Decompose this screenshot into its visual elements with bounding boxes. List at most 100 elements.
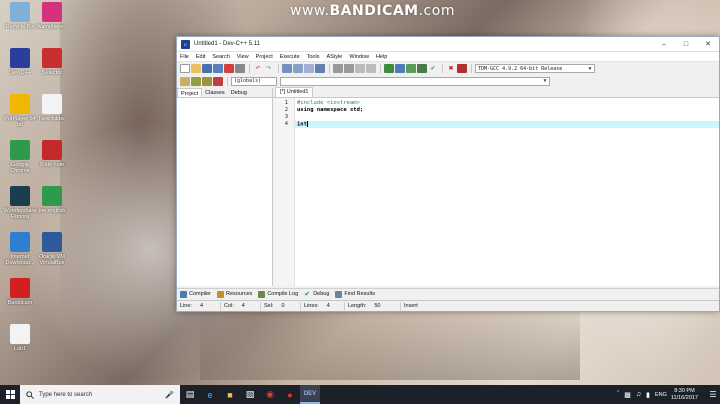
desktop-icon[interactable]: Selector (35, 48, 69, 76)
desktop-icon[interactable]: Lab1 (3, 324, 37, 352)
code-line[interactable] (295, 114, 719, 121)
indent-left-icon[interactable] (333, 64, 343, 73)
chevron-up-icon[interactable]: ˆ (617, 391, 619, 398)
microphone-icon[interactable]: 🎤 (165, 391, 174, 399)
project-options-icon[interactable] (202, 76, 212, 86)
menu-project[interactable]: Project (256, 54, 273, 60)
open-icon[interactable] (191, 64, 201, 73)
desktop-icon[interactable]: Bandicam (3, 278, 37, 306)
desktop-icon[interactable]: Slide note (35, 140, 69, 168)
tab-debug[interactable]: Debug (228, 88, 250, 97)
resources-icon (217, 290, 225, 298)
compile-run-icon[interactable] (406, 64, 416, 73)
volume-icon[interactable]: ♫ (636, 391, 641, 398)
desktop-icon[interactable]: Wondershare Filmora (3, 186, 37, 220)
save-icon[interactable] (202, 64, 212, 73)
notification-icon[interactable]: ☰ (706, 390, 720, 399)
scissors-icon (42, 48, 62, 68)
task-view-icon[interactable]: ▤ (180, 385, 200, 404)
indent-right-icon[interactable] (344, 64, 354, 73)
tab-classes[interactable]: Classes (202, 88, 228, 97)
code-line-active[interactable]: int (295, 121, 719, 128)
members-select[interactable]: ▼ (280, 76, 550, 86)
replace-icon[interactable] (293, 64, 303, 73)
scope-select[interactable]: (globals) (231, 76, 277, 86)
devcpp-window[interactable]: C Untitled1 - Dev-C++ 5.11 – □ ✕ File Ed… (176, 36, 720, 312)
compiler-select[interactable]: TDM-GCC 4.9.2 64-bit Release ▼ (475, 64, 595, 73)
profile-icon[interactable] (457, 64, 467, 73)
check-syntax-icon[interactable]: ✔ (428, 64, 438, 73)
menu-window[interactable]: Window (349, 54, 369, 60)
code-line[interactable]: using namespace std; (295, 107, 719, 114)
print-icon[interactable] (235, 64, 245, 73)
devcpp-taskbar-icon[interactable]: DEV (300, 385, 320, 404)
menu-file[interactable]: File (180, 54, 189, 60)
clock[interactable]: 8:30 PM 11/16/2017 (671, 388, 698, 401)
stop-icon[interactable]: ✖ (446, 64, 456, 73)
network-icon[interactable]: ▩ (624, 391, 631, 399)
goto-line-icon[interactable] (315, 64, 325, 73)
save-all-icon[interactable] (213, 64, 223, 73)
chevron-down-icon: ▼ (588, 65, 592, 72)
tab-compile-log[interactable]: Compile Log (258, 290, 298, 298)
code-editor[interactable]: 1 2 3 4 #include <iostream> using namesp… (273, 98, 719, 286)
rebuild-icon[interactable] (417, 64, 427, 73)
find-icon[interactable] (282, 64, 292, 73)
menu-tools[interactable]: Tools (307, 54, 320, 60)
new-file-icon[interactable] (180, 64, 190, 73)
menu-edit[interactable]: Edit (196, 54, 205, 60)
file-explorer-icon[interactable]: ■ (220, 385, 240, 404)
code-line[interactable]: #include <iostream> (295, 100, 719, 107)
filmora-icon (10, 186, 30, 206)
redo-icon[interactable]: ↷ (264, 64, 274, 73)
title-bar[interactable]: C Untitled1 - Dev-C++ 5.11 – □ ✕ (177, 37, 719, 52)
menu-astyle[interactable]: AStyle (326, 54, 342, 60)
tab-compiler[interactable]: Compiler (180, 290, 211, 298)
language-indicator[interactable]: ENG (655, 392, 667, 398)
chrome-icon[interactable]: ◉ (260, 385, 280, 404)
desktop-icon[interactable]: Wamphere... (35, 2, 69, 30)
store-icon[interactable]: ▧ (240, 385, 260, 404)
taskbar-search[interactable]: Type here to search 🎤 (20, 385, 180, 404)
class-browser-icon[interactable] (191, 76, 201, 86)
compile-icon[interactable] (384, 64, 394, 73)
status-lines-label: Lines: (304, 302, 319, 309)
desktop-icon-label: Bandicam (7, 300, 33, 306)
battery-icon[interactable]: ▮ (646, 391, 650, 399)
desktop-icon[interactable]: New folder (35, 94, 69, 122)
scope-select-value: (globals) (234, 78, 262, 84)
edge-icon[interactable]: e (200, 385, 220, 404)
debug-icon[interactable] (213, 76, 223, 86)
code-text[interactable]: #include <iostream> using namespace std;… (295, 98, 719, 286)
desktop-icon[interactable]: Oracle VM VirtualBox (35, 232, 69, 266)
desktop-icon[interactable]: Recycle Bin (3, 2, 37, 30)
tab-find-results[interactable]: Find Results (335, 290, 375, 298)
menu-search[interactable]: Search (212, 54, 229, 60)
tab-debug-output[interactable]: ✔ Debug (304, 291, 329, 298)
close-file-icon[interactable] (224, 64, 234, 73)
tab-resources[interactable]: Resources (217, 290, 252, 298)
desktop-icon[interactable]: Dev-C++ (3, 48, 37, 76)
find-next-icon[interactable] (304, 64, 314, 73)
maximize-button[interactable]: □ (675, 37, 697, 52)
uncomment-icon[interactable] (366, 64, 376, 73)
menu-view[interactable]: View (237, 54, 249, 60)
bandicam-taskbar-icon[interactable]: ● (280, 385, 300, 404)
tab-find-results-label: Find Results (344, 291, 375, 297)
menu-help[interactable]: Help (376, 54, 387, 60)
new-project-icon[interactable] (180, 76, 190, 86)
close-button[interactable]: ✕ (697, 37, 719, 52)
toggle-comment-icon[interactable] (355, 64, 365, 73)
desktop-icon[interactable]: PotPlayer 64 bit (3, 94, 37, 128)
desktop-icon[interactable]: pre.english (35, 186, 69, 214)
minimize-button[interactable]: – (653, 37, 675, 52)
menu-execute[interactable]: Execute (280, 54, 300, 60)
main-toolbar: ↶ ↷ ✔ ✖ TDM-GCC 4.9.2 64-bit Release ▼ (177, 62, 719, 75)
undo-icon[interactable]: ↶ (253, 64, 263, 73)
desktop-icon[interactable]: Google Chrome (3, 140, 37, 174)
tab-project[interactable]: Project (177, 88, 203, 97)
desktop-icon[interactable]: Internet Download... (3, 232, 37, 266)
tab-untitled1[interactable]: [*] Untitled1 (275, 87, 314, 97)
start-button[interactable] (0, 385, 20, 404)
run-icon[interactable] (395, 64, 405, 73)
